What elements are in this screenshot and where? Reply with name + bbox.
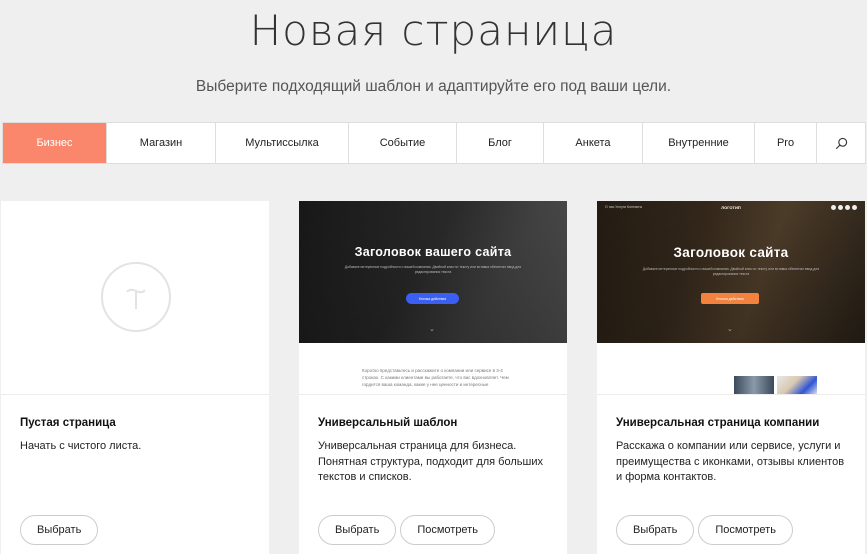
card-title: Пустая страница: [20, 417, 116, 429]
social-icons: [831, 205, 857, 210]
page-title: Новая страница: [249, 6, 618, 55]
template-card-blank[interactable]: Пустая страница Начать с чистого листа. …: [1, 201, 269, 554]
preview-body-text: Коротко представьтесь и расскажите о ком…: [362, 368, 509, 387]
page-subtitle: Выберите подходящий шаблон и адаптируйте…: [195, 78, 672, 95]
preview-button[interactable]: Посмотреть: [400, 515, 495, 545]
preview-hero-title: Заголовок вашего сайта: [354, 245, 512, 259]
tab-pro[interactable]: Pro: [755, 123, 817, 163]
card-description: Начать с чистого листа.: [20, 440, 142, 452]
chevron-down-icon: ⌄: [429, 326, 435, 333]
tab-form[interactable]: Анкета: [544, 123, 643, 163]
tab-multilink[interactable]: Мультиссылка: [216, 123, 349, 163]
search-icon: [835, 137, 847, 149]
card-description: Универсальная страница для бизнеса. Поня…: [318, 440, 543, 483]
select-button[interactable]: Выбрать: [318, 515, 397, 545]
preview-hero-button: Кнопка действия: [701, 293, 759, 304]
template-card-company[interactable]: О нас Услуги Контакты ЛОГОТИП Заголовок …: [597, 201, 865, 554]
card-title: Универсальный шаблон: [318, 417, 458, 429]
category-tabs: Бизнес Магазин Мультиссылка Событие Блог…: [2, 122, 866, 164]
preview-hero-subtitle: Добавьте интересные подробности о вашей …: [344, 265, 522, 274]
preview-button[interactable]: Посмотреть: [698, 515, 793, 545]
preview-logo: ЛОГОТИП: [721, 205, 741, 210]
template-preview: О нас Услуги Контакты ЛОГОТИП Заголовок …: [597, 201, 865, 395]
preview-hero-title: Заголовок сайта: [673, 245, 789, 260]
template-card-universal[interactable]: Заголовок вашего сайта Добавьте интересн…: [299, 201, 567, 554]
tab-internal[interactable]: Внутренние: [643, 123, 755, 163]
card-description: Расскажа о компании или сервисе, услуги …: [616, 440, 845, 483]
select-button[interactable]: Выбрать: [20, 515, 99, 545]
tab-business[interactable]: Бизнес: [3, 123, 107, 163]
preview-image: [777, 376, 817, 394]
card-title: Универсальная страница компании: [616, 417, 820, 429]
template-preview: Заголовок вашего сайта Добавьте интересн…: [299, 201, 567, 395]
tab-shop[interactable]: Магазин: [107, 123, 216, 163]
select-button[interactable]: Выбрать: [616, 515, 695, 545]
preview-hero-subtitle: Добавьте интересные подробности о вашей …: [642, 267, 820, 276]
template-preview: [1, 201, 269, 395]
tilda-logo-icon: [101, 262, 171, 332]
tab-event[interactable]: Событие: [349, 123, 457, 163]
chevron-down-icon: ⌄: [727, 326, 733, 333]
tab-blog[interactable]: Блог: [457, 123, 544, 163]
preview-image: [734, 376, 774, 394]
preview-hero-button: Кнопка действия: [406, 293, 459, 304]
search-button[interactable]: [817, 123, 865, 163]
